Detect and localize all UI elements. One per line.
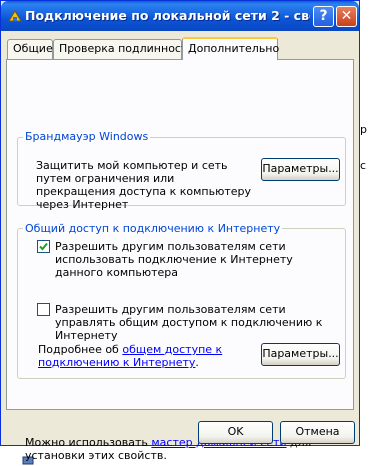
ics-settings-button[interactable]: Параметры... [261,343,340,366]
title-bar[interactable]: Подключение по локальной сети 2 - свойс.… [1,1,359,31]
tab-page-advanced: Брандмауэр Windows Защитить мой компьюте… [6,59,354,462]
firewall-group-title: Брандмауэр Windows [23,130,151,143]
tab-advanced[interactable]: Дополнительно [182,37,279,60]
allow-control-label[interactable]: Разрешить другим пользователям сети упра… [55,303,340,342]
allow-use-label[interactable]: Разрешить другим пользователям сети испо… [55,240,335,279]
tab-general[interactable]: Общие [7,39,53,59]
background-text-fragment: с [360,159,367,172]
ok-button[interactable]: OK [198,421,273,444]
firewall-description: Защитить мой компьютер и сеть путем огра… [36,159,252,211]
allow-control-checkbox[interactable] [37,303,50,316]
wizard-prefix: Можно использовать [25,436,152,449]
tab-authentication[interactable]: Проверка подлинности [53,39,195,59]
background-window: р с [360,0,372,466]
ics-more-suffix: . [195,356,199,369]
network-connection-icon [8,10,22,22]
close-button[interactable]: ✕ [336,6,357,27]
allow-use-checkbox[interactable] [37,240,50,253]
properties-dialog: Подключение по локальной сети 2 - свойс.… [0,0,360,462]
background-text-fragment: р [360,123,367,136]
checkmark-icon [39,242,48,251]
ics-more-prefix: Подробнее об [38,343,123,356]
cancel-button[interactable]: Отмена [280,421,355,444]
ics-more-info: Подробнее об общем доступе к подключению… [38,343,248,369]
help-button[interactable]: ? [313,6,334,27]
firewall-settings-button[interactable]: Параметры... [261,158,340,181]
window-title: Подключение по локальной сети 2 - свойс.… [25,8,310,23]
ics-group-title: Общий доступ к подключению к Интернету [23,222,283,235]
